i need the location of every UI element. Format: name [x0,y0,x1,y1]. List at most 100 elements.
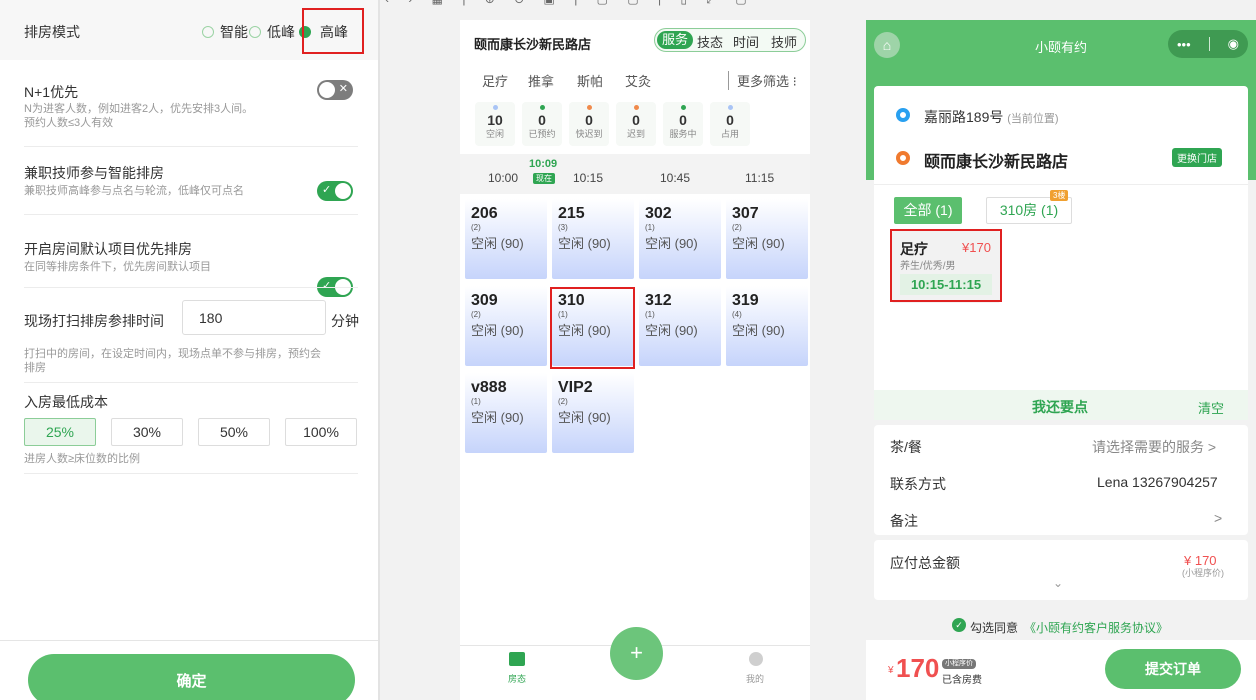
highlight-box [890,229,1002,302]
divider [24,146,358,147]
room-card-206[interactable]: 206 (2) 空闲 (90) [465,199,547,279]
n1-desc: N为进客人数，例如进客2人，优先安排3人间。 [24,103,254,115]
tab-mine[interactable]: 我的 [746,672,764,685]
change-store-button[interactable]: 更换门店 [1172,148,1222,167]
stat-card: 0 占用 [710,102,750,146]
check-icon: ✓ [322,184,332,196]
stat-card: 0 迟到 [616,102,656,146]
room-card-vip2[interactable]: VIP2 (2) 空闲 (90) [552,373,634,453]
divider [24,287,358,288]
seg-tech-status[interactable]: 技态 [697,32,723,51]
radio-icon [202,26,214,38]
clear-button[interactable]: 清空 [1198,398,1224,417]
seg-service[interactable]: 服务 [657,31,693,49]
room-card-312[interactable]: 312 (1) 空闲 (90) [639,286,721,366]
total-label: 应付总金额 [890,555,960,571]
add-button[interactable]: + [610,627,663,680]
parttime-toggle[interactable]: ✓ [317,181,353,201]
user-icon [749,652,763,666]
parttime-desc: 兼职技师高峰参与点名与轮流，低峰仅可点名 [24,185,244,197]
seg-time[interactable]: 时间 [733,32,759,51]
room-card-319[interactable]: 319 (4) 空闲 (90) [726,286,808,366]
more-icon: ⁝ [792,74,797,89]
contact-value[interactable]: Lena 13267904257 [1097,474,1218,490]
time-tick: 10:00 [488,171,519,185]
clock-title: 现场打扫排房参排时间 [24,313,164,329]
time-tick: 10:15 [573,171,604,185]
tea-select[interactable]: 请选择需要的服务 > [1092,437,1216,457]
status-dot [633,105,639,110]
time-tick: 11:15 [745,171,775,185]
mode-option-smart[interactable]: 智能 [202,22,248,42]
clock-unit: 分钟 [331,313,359,329]
bottom-price: 170 [896,653,940,683]
cat-moxa[interactable]: 艾灸 [625,71,651,90]
order-screen: ⌂ 小颐有约 ••• ◉ 嘉丽路189号 (当前位置) 颐而康长沙新民路店 更换门… [866,20,1256,700]
capsule-menu[interactable]: ••• ◉ [1168,30,1248,58]
room-card-v888[interactable]: v888 (1) 空闲 (90) [465,373,547,453]
price-tag: 小程序价 [942,659,976,669]
location-text: 嘉丽路189号 (当前位置) [924,109,1059,125]
agreement-link[interactable]: 《小颐有约客户服务协议》 [1024,619,1168,636]
note-arrow[interactable]: > [1214,510,1222,526]
status-dot [727,105,733,110]
room-card-215[interactable]: 215 (3) 空闲 (90) [552,199,634,279]
submit-order-button[interactable]: 提交订单 [1105,649,1241,689]
cat-massage[interactable]: 推拿 [528,71,554,90]
cost-option-100[interactable]: 100% [285,418,357,446]
stat-card: 0 服务中 [663,102,703,146]
tab-all[interactable]: 全部 (1) [894,197,962,224]
status-dot [539,105,545,110]
seg-tech[interactable]: 技师 [771,32,797,51]
cost-option-50[interactable]: 50% [198,418,270,446]
more-icon: ••• [1177,36,1191,52]
n1-title: N+1优先 [24,84,79,100]
want-more-button[interactable]: 我还要点 [1032,397,1088,417]
agree-text: 勾选同意 [970,621,1019,635]
stat-card: 0 已预约 [522,102,562,146]
divider [874,184,1248,185]
cat-spa[interactable]: 斯帕 [577,71,603,90]
mode-label: 排房模式 [24,24,80,40]
floor-badge: 3楼 [1050,190,1069,201]
now-time: 10:09 [529,158,558,170]
mode-option-low[interactable]: 低峰 [248,22,295,42]
chevron-down-icon[interactable]: ⌄ [1053,576,1063,590]
toggle-knob [319,82,335,98]
close-circle-icon: ◉ [1227,36,1239,51]
check-icon: ✓ [322,280,332,292]
time-tick: 10:45 [660,171,691,185]
total-sub: (小程序价) [1182,568,1224,578]
tea-label: 茶/餐 [890,439,922,455]
clock-input[interactable]: 180 [182,300,326,335]
room-board: 颐而康长沙新民路店 服务 技态 时间 技师 足疗 推拿 斯帕 艾灸 更多筛选 ⁝… [460,20,810,700]
cost-desc: 进房人数≥床位数的比例 [24,453,141,465]
divider [24,382,358,383]
check-icon[interactable]: ✓ [952,618,966,632]
room-card-309[interactable]: 309 (2) 空闲 (90) [465,286,547,366]
room-card-307[interactable]: 307 (2) 空闲 (90) [726,199,808,279]
clock-desc-2: 排房 [24,362,46,374]
cat-foot[interactable]: 足疗 [482,71,508,90]
status-dot [680,105,686,110]
confirm-button[interactable]: 确定 [28,654,355,700]
clock-desc: 打扫中的房间，在设定时间内，现场点单不参与排房，预约会 [24,348,321,360]
tab-room-310[interactable]: 310房 (1) [986,197,1072,224]
cost-option-25[interactable]: 25% [24,418,96,446]
toggle-knob [335,183,351,199]
cost-title: 入房最低成本 [24,394,108,410]
more-filter[interactable]: 更多筛选 ⁝ [728,71,797,90]
room-status-icon [509,652,525,666]
n1-toggle[interactable]: ✕ [317,80,353,100]
room-card-302[interactable]: 302 (1) 空闲 (90) [639,199,721,279]
stat-card: 10 空闲 [475,102,515,146]
close-icon: ✕ [338,83,348,95]
store-name: 颐而康长沙新民路店 [924,154,1069,171]
tab-room-status[interactable]: 房态 [508,672,526,685]
highlight-box [550,287,635,369]
cost-option-30[interactable]: 30% [111,418,183,446]
settings-panel: 排房模式 智能 低峰 高峰 N+1优先 N为进客人数，例如进客2人，优先安排3人… [0,0,378,700]
stat-card: 0 快迟到 [569,102,609,146]
divider [378,0,380,700]
status-dot [492,105,498,110]
